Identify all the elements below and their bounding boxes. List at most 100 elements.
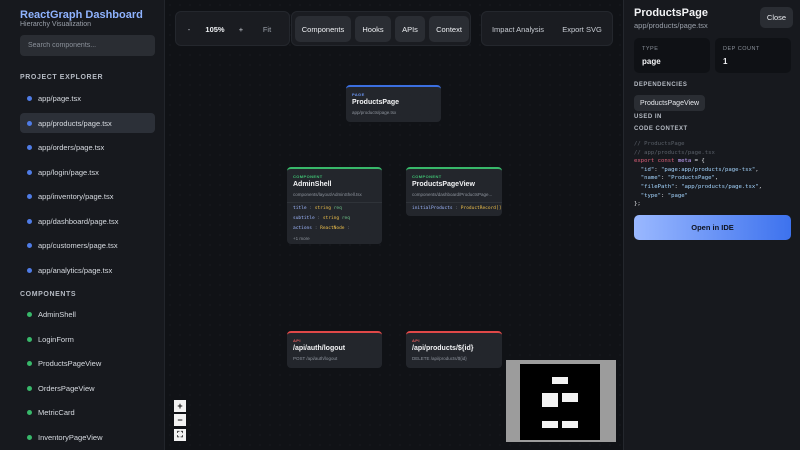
close-button[interactable]: Close <box>760 7 793 28</box>
node-path: app/products/page.tsx <box>352 110 397 115</box>
dep-count-card: DEP COUNT 1 <box>715 38 791 73</box>
project-item-label: app/inventory/page.tsx <box>38 191 114 201</box>
node-path: components/layout/AdminShell.tsx <box>293 192 362 197</box>
filter-components-button[interactable]: Components <box>295 16 351 42</box>
project-item[interactable]: app/dashboard/page.tsx <box>20 211 155 231</box>
zoom-minus-button[interactable]: − <box>174 414 186 426</box>
details-panel: ProductsPage app/products/page.tsx Close… <box>623 0 800 450</box>
minimap-node <box>562 421 578 428</box>
project-item-label: app/products/page.tsx <box>38 118 112 128</box>
node-kind: API <box>293 338 301 343</box>
app-subtitle: Hierarchy Visualization <box>20 21 92 28</box>
prop-row: subtitle : string req <box>293 216 350 221</box>
zoom-fit-icon[interactable]: ⛶ <box>174 429 186 441</box>
file-dot-icon <box>27 120 32 126</box>
filter-apis-button[interactable]: APIs <box>395 16 425 42</box>
minimap-node <box>552 377 568 384</box>
project-item-active[interactable]: app/products/page.tsx <box>20 113 155 133</box>
fit-button[interactable]: Fit <box>256 16 278 42</box>
project-item-label: app/analytics/page.tsx <box>38 265 113 275</box>
component-item-label: MetricCard <box>38 407 75 417</box>
impact-analysis-button[interactable]: Impact Analysis <box>488 16 548 42</box>
action-toolbar: Impact Analysis Export SVG <box>481 11 613 46</box>
node-path: DELETE /api/products/${id} <box>412 356 467 361</box>
prop-row: title : string req <box>293 206 342 211</box>
node-title: /api/auth/logout <box>293 345 346 352</box>
component-item[interactable]: MetricCard <box>20 402 155 422</box>
type-value: page <box>642 57 661 66</box>
project-item[interactable]: app/inventory/page.tsx <box>20 186 155 206</box>
component-item[interactable]: OrdersPageView <box>20 378 155 398</box>
panel-title: ProductsPage <box>634 7 708 19</box>
search-input[interactable] <box>20 35 155 56</box>
file-dot-icon <box>27 218 32 224</box>
used-in-title: USED IN <box>634 114 662 120</box>
component-item-label: LoginForm <box>38 334 74 344</box>
component-dot-icon <box>27 360 32 366</box>
node-title: /api/products/${id} <box>412 345 474 352</box>
node-title: ProductsPageView <box>412 181 475 188</box>
node-title: ProductsPage <box>352 99 400 106</box>
panel-subtitle: app/products/page.tsx <box>634 21 708 30</box>
open-in-ide-button[interactable]: Open in IDE <box>634 215 791 240</box>
node-divider <box>406 202 502 203</box>
node-admin-shell[interactable]: COMPONENT AdminShell components/layout/A… <box>287 167 382 244</box>
project-item-label: app/page.tsx <box>38 93 81 103</box>
project-item[interactable]: app/page.tsx <box>20 88 155 108</box>
dep-count-label: DEP COUNT <box>723 46 760 52</box>
component-dot-icon <box>27 409 32 415</box>
node-kind: PAGE <box>352 92 365 97</box>
component-dot-icon <box>27 336 32 342</box>
filter-hooks-button[interactable]: Hooks <box>355 16 391 42</box>
zoom-out-button[interactable]: - <box>182 16 196 42</box>
component-dot-icon <box>27 311 32 317</box>
prop-row: actions : ReactNode : <box>293 226 350 231</box>
component-item[interactable]: InventoryPageView <box>20 427 155 447</box>
dependency-chip[interactable]: ProductsPageView <box>634 95 706 111</box>
code-context-block: // ProductsPage // app/products/page.tsx… <box>634 141 763 208</box>
component-item[interactable]: ProductsPageView <box>20 353 155 373</box>
node-kind: API <box>412 338 420 343</box>
export-svg-button[interactable]: Export SVG <box>554 16 610 42</box>
components-title: COMPONENTS <box>20 291 77 298</box>
project-item-label: app/login/page.tsx <box>38 167 99 177</box>
project-explorer-title: PROJECT EXPLORER <box>20 74 104 81</box>
node-api-products[interactable]: API /api/products/${id} DELETE /api/prod… <box>406 331 502 368</box>
filter-context-button[interactable]: Context <box>429 16 469 42</box>
file-dot-icon <box>27 242 32 248</box>
component-item-label: InventoryPageView <box>38 432 103 442</box>
file-dot-icon <box>27 95 32 101</box>
component-dot-icon <box>27 434 32 440</box>
node-products-page[interactable]: PAGE ProductsPage app/products/page.tsx <box>346 85 441 122</box>
more-props-text: +1 more <box>293 236 310 241</box>
project-item[interactable]: app/login/page.tsx <box>20 162 155 182</box>
node-kind: COMPONENT <box>293 174 323 179</box>
node-divider <box>287 202 382 203</box>
code-context-title: CODE CONTEXT <box>634 126 688 132</box>
file-dot-icon <box>27 267 32 273</box>
zoom-level: 105% <box>205 24 225 34</box>
zoom-in-button[interactable]: + <box>234 16 248 42</box>
project-item-label: app/orders/page.tsx <box>38 142 105 152</box>
project-item[interactable]: app/customers/page.tsx <box>20 235 155 255</box>
file-dot-icon <box>27 193 32 199</box>
node-products-page-view[interactable]: COMPONENT ProductsPageView components/da… <box>406 167 502 216</box>
minimap-node <box>542 421 558 428</box>
project-item[interactable]: app/analytics/page.tsx <box>20 260 155 280</box>
dependencies-title: DEPENDENCIES <box>634 82 688 88</box>
filter-toolbar: Components Hooks APIs Context <box>291 11 471 46</box>
minimap-viewport <box>520 364 600 440</box>
minimap[interactable] <box>506 360 616 442</box>
type-card: TYPE page <box>634 38 710 73</box>
app-title: ReactGraph Dashboard <box>20 9 143 21</box>
dep-count-value: 1 <box>723 57 728 66</box>
component-item-label: AdminShell <box>38 309 76 319</box>
component-item[interactable]: AdminShell <box>20 304 155 324</box>
node-api-logout[interactable]: API /api/auth/logout POST /api/auth/logo… <box>287 331 382 368</box>
file-dot-icon <box>27 169 32 175</box>
project-item[interactable]: app/orders/page.tsx <box>20 137 155 157</box>
zoom-plus-button[interactable]: + <box>174 400 186 412</box>
component-item[interactable]: LoginForm <box>20 329 155 349</box>
component-item-label: OrdersPageView <box>38 383 95 393</box>
component-item-label: ProductsPageView <box>38 358 102 368</box>
